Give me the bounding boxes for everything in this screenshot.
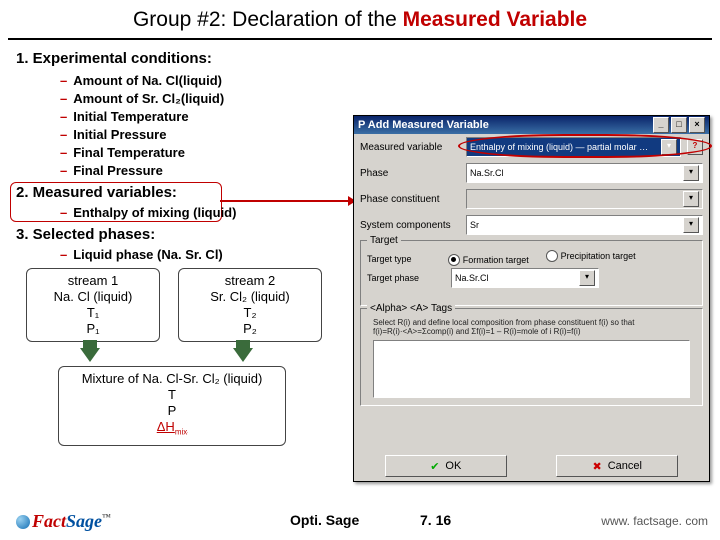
mixture-box: Mixture of Na. Cl-Sr. Cl₂ (liquid) T P Δ…: [58, 366, 286, 446]
label-phase: Phase: [360, 168, 460, 179]
maximize-button[interactable]: □: [671, 117, 687, 133]
arrow-2-head: [233, 348, 253, 362]
group-alpha-tags: <Alpha> <A> Tags Select R(i) and define …: [360, 308, 703, 406]
footer-url: www. factsage. com: [601, 514, 708, 528]
check-icon: ✔: [430, 460, 439, 473]
section-1-heading: 1. Experimental conditions:: [16, 50, 212, 67]
chevron-down-icon[interactable]: ▾: [683, 217, 699, 233]
slide-title: Group #2: Declaration of the Measured Va…: [0, 8, 720, 32]
callout-line: [220, 200, 353, 202]
label-phase-constituent: Phase constituent: [360, 194, 460, 205]
footer-app: Opti. Sage: [290, 512, 359, 528]
section-3-heading: 3. Selected phases:: [16, 226, 155, 243]
radio-formation-target[interactable]: Formation target: [448, 254, 529, 266]
slide: Group #2: Declaration of the Measured Va…: [0, 0, 720, 540]
label-system-components: System components: [360, 220, 460, 231]
arrow-1-stem: [83, 340, 97, 348]
dialog-titlebar[interactable]: P Add Measured Variable _ □ ×: [354, 116, 709, 134]
arrow-1-head: [80, 348, 100, 362]
dialog-title-text: P Add Measured Variable: [358, 119, 489, 131]
globe-icon: [16, 515, 30, 529]
chevron-down-icon[interactable]: ▾: [579, 270, 595, 286]
alpha-list[interactable]: [373, 340, 690, 398]
dropdown-target-phase[interactable]: Na.Sr.Cl▾: [451, 268, 599, 288]
chevron-down-icon[interactable]: ▾: [683, 165, 699, 181]
callout-oval: [458, 134, 712, 158]
bullet-list-1: –Amount of Na. Cl(liquid) –Amount of Sr.…: [60, 72, 224, 180]
dropdown-system-components[interactable]: Sr▾: [466, 215, 703, 235]
stream-1-box: stream 1 Na. Cl (liquid) T₁ P₁: [26, 268, 160, 342]
label-target-phase: Target phase: [367, 273, 445, 283]
cancel-button[interactable]: ✖Cancel: [556, 455, 678, 477]
ok-button[interactable]: ✔OK: [385, 455, 507, 477]
group-target-title: Target: [367, 235, 401, 246]
alpha-note-text: Select R(i) and define local composition…: [367, 316, 696, 338]
group-alpha-title: <Alpha> <A> Tags: [367, 303, 455, 314]
label-target-type: Target type: [367, 254, 445, 264]
bullet-list-3: –Liquid phase (Na. Sr. Cl): [60, 246, 223, 264]
label-measured-variable: Measured variable: [360, 142, 460, 153]
title-underline: [8, 38, 712, 40]
stream-2-box: stream 2 Sr. Cl₂ (liquid) T₂ P₂: [178, 268, 322, 342]
minimize-button[interactable]: _: [653, 117, 669, 133]
footer-page: 7. 16: [420, 512, 451, 528]
radio-precipitation-target[interactable]: Precipitation target: [546, 250, 636, 262]
dropdown-phase[interactable]: Na.Sr.Cl▾: [466, 163, 703, 183]
dialog-add-measured-variable: P Add Measured Variable _ □ × Measured v…: [353, 115, 710, 482]
arrow-2-stem: [236, 340, 250, 348]
dropdown-phase-constituent[interactable]: ▾: [466, 189, 703, 209]
delta-h-mix: ΔHmix: [67, 419, 277, 441]
x-icon: ✖: [593, 460, 602, 473]
factsage-logo: FactSage™: [16, 511, 111, 532]
bullet-list-2: –Enthalpy of mixing (liquid): [60, 204, 236, 222]
chevron-down-icon[interactable]: ▾: [683, 191, 699, 207]
close-button[interactable]: ×: [689, 117, 705, 133]
group-target: Target Target type Formation target Prec…: [360, 240, 703, 306]
